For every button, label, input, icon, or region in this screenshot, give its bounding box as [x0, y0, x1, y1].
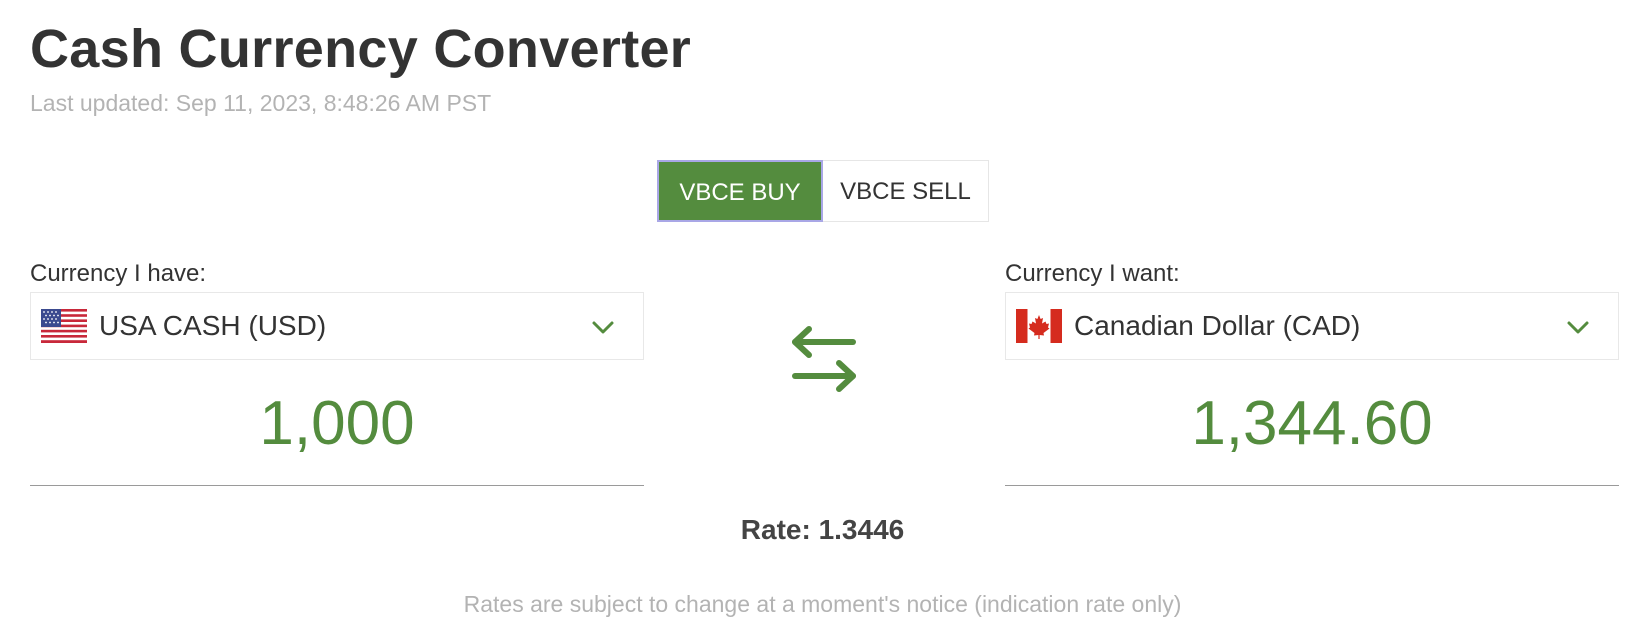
currency-have-select[interactable]: USA CASH (USD) — [30, 292, 644, 360]
canada-flag-icon — [1016, 309, 1062, 343]
currency-converter-page: Cash Currency Converter Last updated: Se… — [0, 0, 1645, 618]
exchange-rate-text: Rate: 1.3446 — [740, 514, 905, 545]
buy-sell-toggle: VBCE BUY VBCE SELL — [657, 160, 989, 222]
currency-want-label: Currency I want: — [1005, 260, 1180, 287]
currency-have-label: Currency I have: — [30, 260, 207, 287]
rate-disclaimer-text: Rates are subject to change at a moment'… — [463, 591, 1182, 617]
swap-arrows-icon[interactable] — [787, 326, 863, 396]
currency-have-amount-input[interactable]: 1,000 — [30, 382, 644, 486]
vbce-buy-button[interactable]: VBCE BUY — [657, 160, 823, 222]
last-updated-text: Last updated: Sep 11, 2023, 8:48:26 AM P… — [30, 90, 492, 116]
vbce-sell-button[interactable]: VBCE SELL — [823, 160, 989, 222]
currency-want-amount-input[interactable]: 1,344.60 — [1005, 382, 1619, 486]
currency-want-panel: Currency I want: Canadian Dollar (CAD) 1… — [1005, 258, 1619, 486]
currency-have-value: USA CASH (USD) — [99, 310, 327, 341]
us-flag-icon — [41, 309, 87, 343]
page-title: Cash Currency Converter — [30, 19, 692, 79]
currency-want-select[interactable]: Canadian Dollar (CAD) — [1005, 292, 1619, 360]
currency-have-panel: Currency I have: USA CASH (USD) 1,000 — [30, 258, 644, 486]
currency-want-value: Canadian Dollar (CAD) — [1074, 310, 1361, 341]
chevron-down-icon — [1567, 321, 1589, 334]
chevron-down-icon — [592, 321, 614, 334]
